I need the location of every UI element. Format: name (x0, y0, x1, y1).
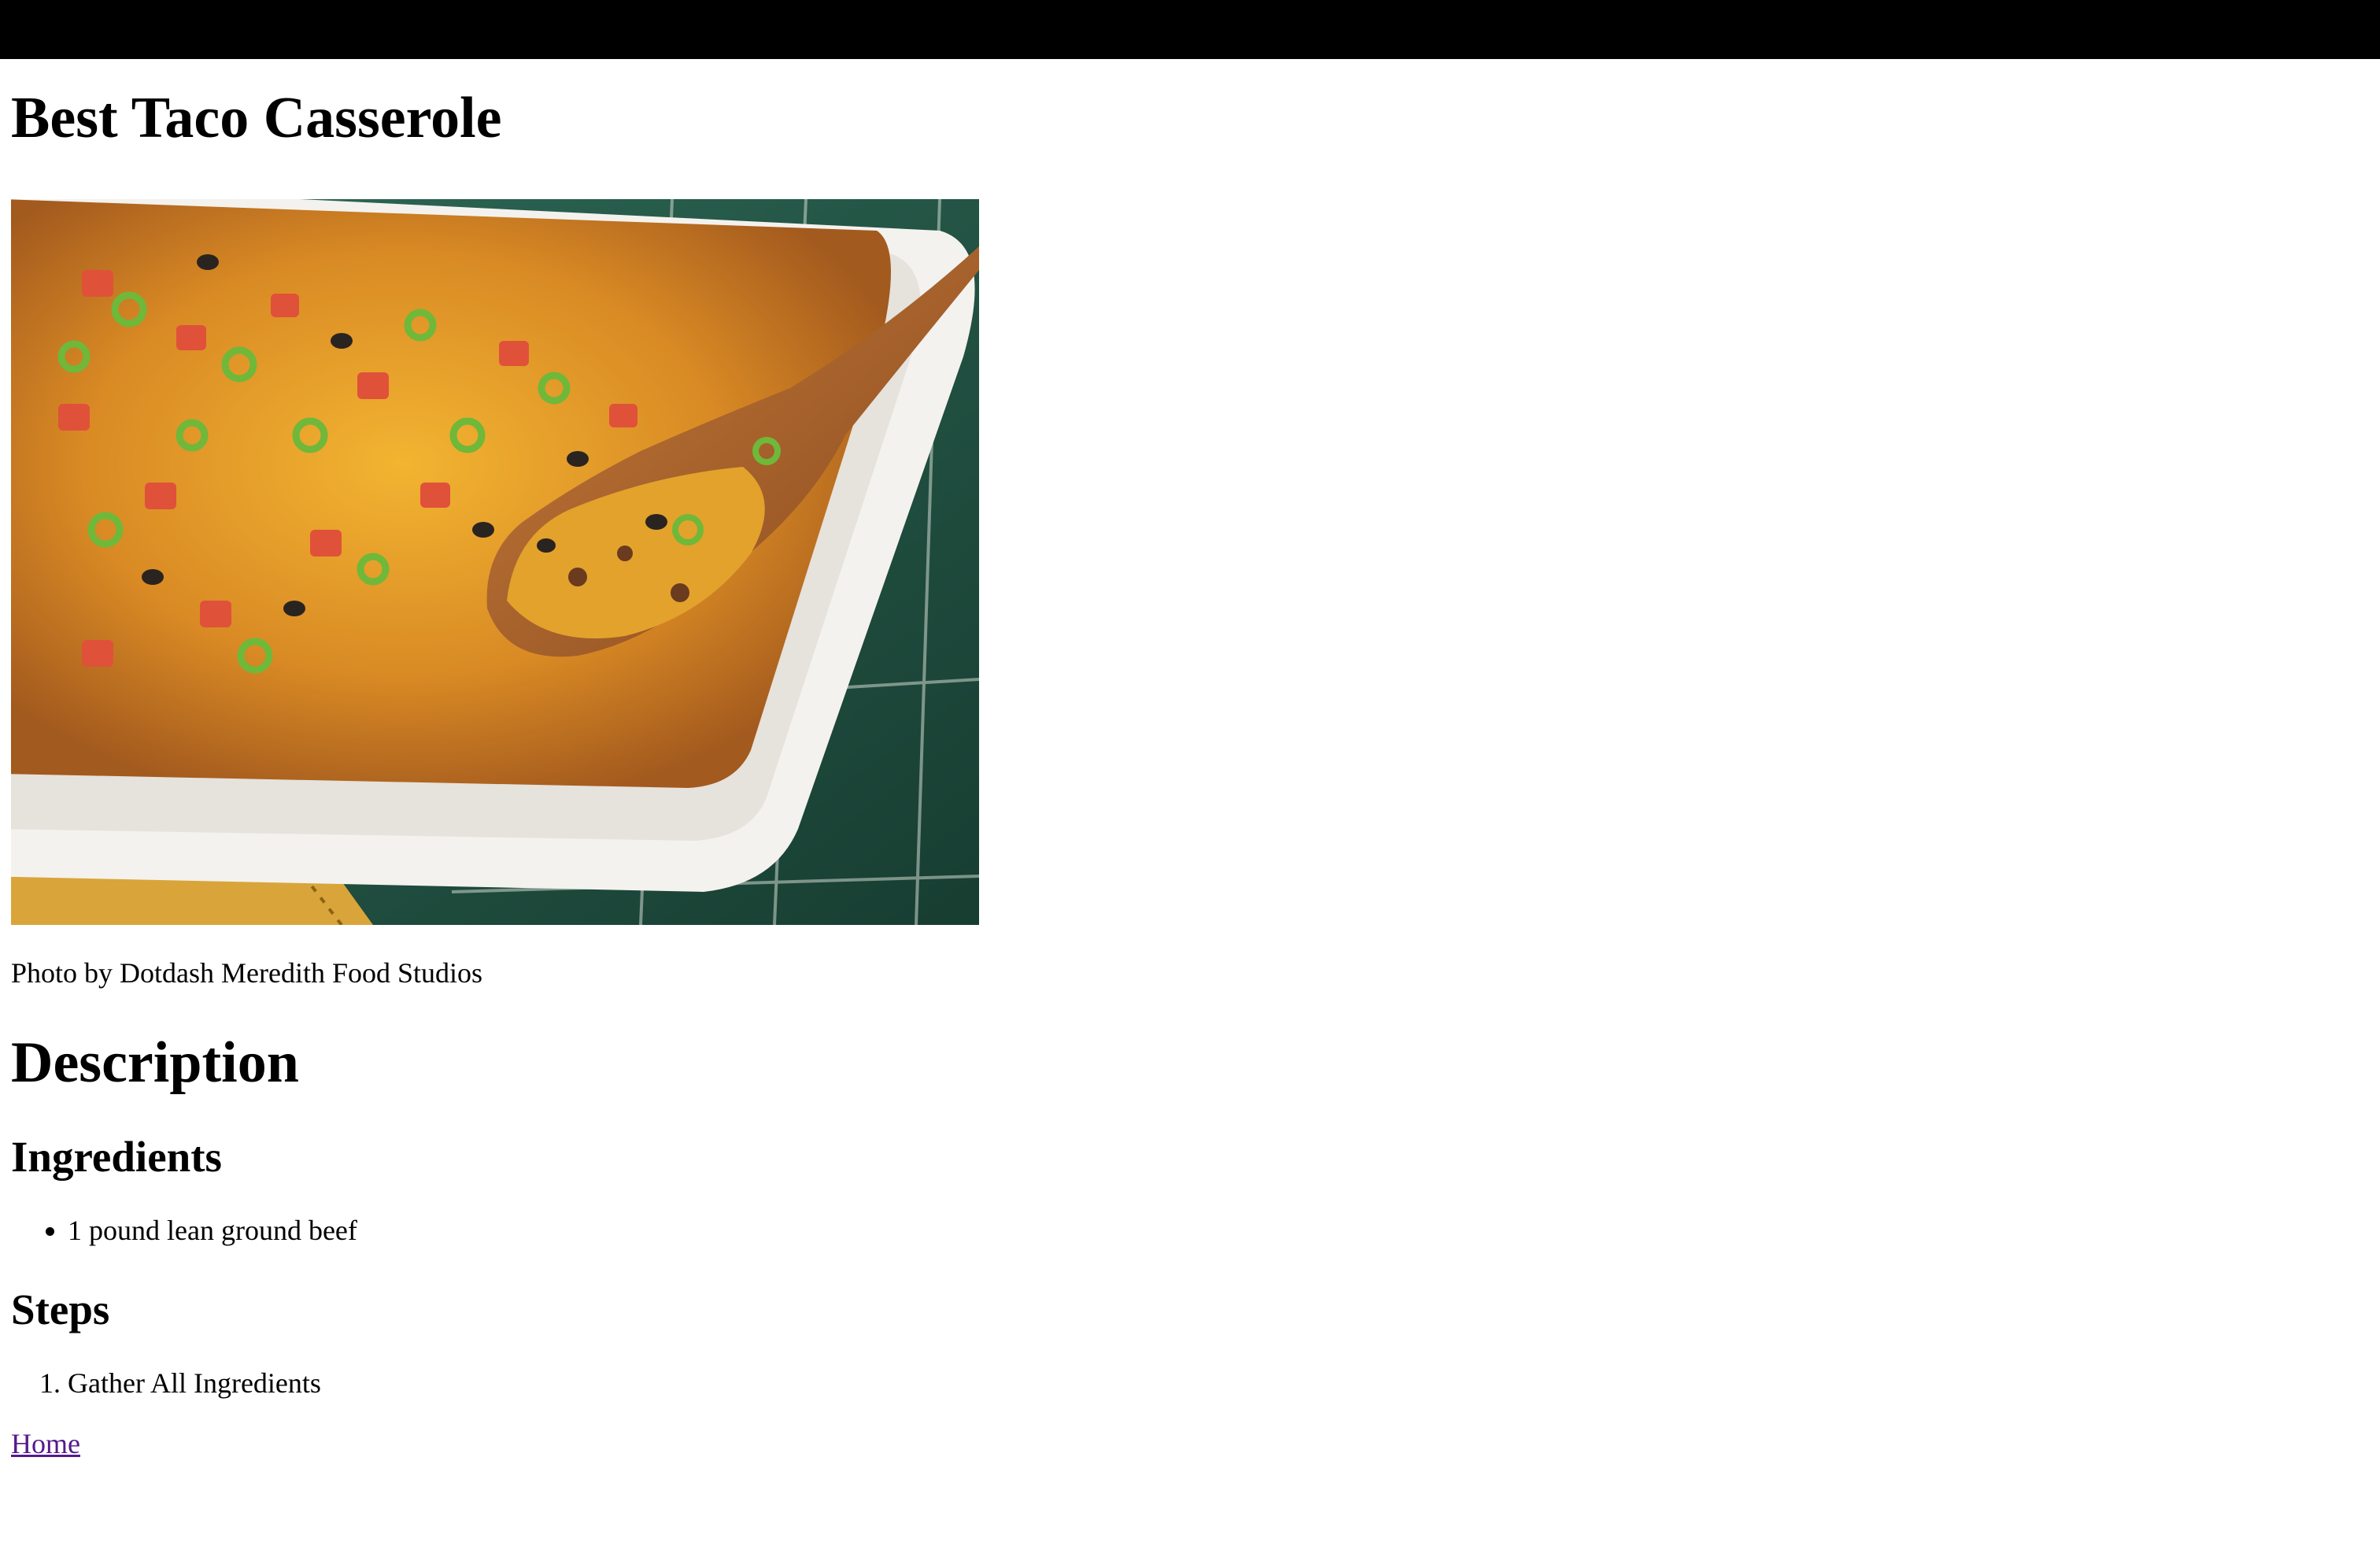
step-item: Gather All Ingredients (68, 1369, 321, 1397)
home-link[interactable]: Home (11, 1429, 80, 1458)
page-title: Best Taco Casserole (11, 86, 502, 150)
steps-heading: Steps (11, 1285, 110, 1333)
recipe-photo (11, 199, 979, 925)
ingredient-item: 1 pound lean ground beef (68, 1216, 357, 1245)
ingredients-list: 1 pound lean ground beef (11, 1216, 357, 1245)
steps-list: Gather All Ingredients (11, 1369, 321, 1397)
photo-caption: Photo by Dotdash Meredith Food Studios (11, 957, 483, 989)
top-bar (0, 0, 2380, 59)
description-heading: Description (11, 1030, 299, 1095)
ingredients-heading: Ingredients (11, 1133, 222, 1181)
